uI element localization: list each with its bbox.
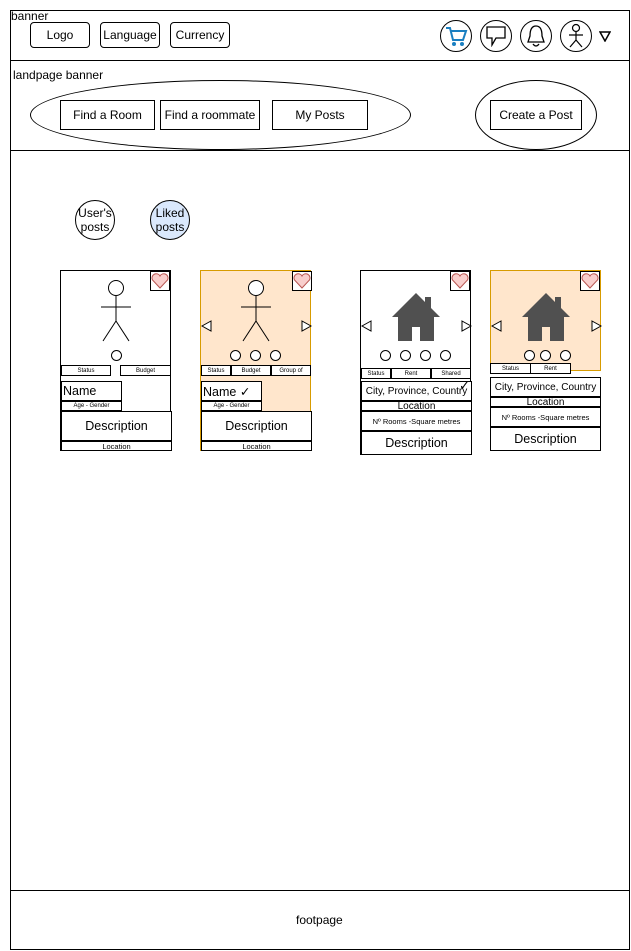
- create-post-button[interactable]: Create a Post: [490, 100, 582, 130]
- bell-icon[interactable]: [520, 20, 552, 52]
- status-cell: Status: [61, 365, 111, 376]
- location-field: Location: [61, 441, 172, 451]
- city-field: City, Province, Country: [490, 377, 601, 397]
- house-icon: [522, 293, 570, 341]
- rent-cell: Rent: [391, 368, 431, 379]
- status-cell: Status: [361, 368, 391, 379]
- budget-cell: Budget: [120, 365, 171, 376]
- user-icon[interactable]: [560, 20, 592, 52]
- landpage-title: landpage banner: [13, 68, 104, 82]
- carousel-dot[interactable]: [524, 350, 535, 361]
- description-field: Description: [61, 411, 172, 441]
- location-field: Location: [361, 401, 472, 411]
- banner-title: banner: [11, 9, 49, 23]
- carousel-dot[interactable]: [440, 350, 451, 361]
- carousel-dot[interactable]: [250, 350, 261, 361]
- liked-posts-label: Liked posts: [155, 206, 185, 234]
- logo-button[interactable]: Logo: [30, 22, 90, 48]
- house-icon: [392, 293, 440, 341]
- prev-arrow-icon[interactable]: [361, 320, 372, 332]
- carousel-dot[interactable]: [420, 350, 431, 361]
- location-field: Location: [490, 397, 601, 407]
- next-arrow-icon[interactable]: [591, 320, 602, 332]
- currency-button[interactable]: Currency: [170, 22, 230, 48]
- verified-check-icon: ✓: [459, 378, 470, 393]
- room-card[interactable]: Status Rent Shared City, Province, Count…: [360, 270, 472, 455]
- person-figure-icon: [241, 280, 271, 342]
- rooms-field: Nº Rooms -Square metres: [490, 407, 601, 427]
- carousel-dot[interactable]: [540, 350, 551, 361]
- footer-divider: [10, 890, 630, 891]
- description-field: Description: [490, 427, 601, 451]
- age-gender-field: Age - Gender: [61, 401, 122, 411]
- next-arrow-icon[interactable]: [301, 320, 312, 332]
- my-posts-button[interactable]: My Posts: [272, 100, 368, 130]
- carousel-dot[interactable]: [560, 350, 571, 361]
- find-roommate-button[interactable]: Find a roommate: [160, 100, 260, 130]
- page-frame: [10, 10, 630, 950]
- cart-icon[interactable]: [440, 20, 472, 52]
- age-gender-field: Age - Gender: [201, 401, 262, 411]
- banner-divider: [10, 60, 630, 61]
- find-room-button[interactable]: Find a Room: [60, 100, 155, 130]
- budget-cell: Budget: [231, 365, 271, 376]
- carousel-dot[interactable]: [111, 350, 122, 361]
- language-button[interactable]: Language: [100, 22, 160, 48]
- location-field: Location: [201, 441, 312, 451]
- users-posts-tab[interactable]: User's posts: [75, 200, 115, 240]
- next-arrow-icon[interactable]: [461, 320, 472, 332]
- heart-icon[interactable]: [150, 271, 170, 291]
- carousel-dot[interactable]: [380, 350, 391, 361]
- carousel-dot[interactable]: [230, 350, 241, 361]
- description-field: Description: [361, 431, 472, 455]
- prev-arrow-icon[interactable]: [491, 320, 502, 332]
- footer-label: footpage: [296, 913, 343, 927]
- person-card-liked[interactable]: Status Budget Group of Name ✓ Age - Gend…: [200, 270, 312, 451]
- heart-icon[interactable]: [450, 271, 470, 291]
- room-card-liked-image[interactable]: [490, 270, 602, 371]
- group-cell: Group of: [271, 365, 311, 376]
- status-cell: Status: [490, 363, 531, 374]
- heart-icon[interactable]: [292, 271, 312, 291]
- person-card[interactable]: Status Budget Name Age - Gender Descript…: [60, 270, 172, 451]
- status-cell: Status: [201, 365, 231, 376]
- description-field: Description: [201, 411, 312, 441]
- person-figure-icon: [101, 280, 131, 342]
- chat-icon[interactable]: [480, 20, 512, 52]
- name-field: Name: [61, 381, 122, 401]
- liked-posts-tab[interactable]: Liked posts: [150, 200, 190, 240]
- dropdown-triangle-icon[interactable]: [598, 29, 612, 47]
- heart-icon[interactable]: [580, 271, 600, 291]
- carousel-dot[interactable]: [270, 350, 281, 361]
- prev-arrow-icon[interactable]: [201, 320, 212, 332]
- carousel-dot[interactable]: [400, 350, 411, 361]
- landpage-divider: [10, 150, 630, 151]
- rent-cell: Rent: [530, 363, 571, 374]
- name-field: Name ✓: [201, 381, 262, 401]
- city-field: City, Province, Country: [361, 381, 472, 401]
- users-posts-label: User's posts: [78, 206, 112, 234]
- rooms-field: Nº Rooms -Square metres: [361, 411, 472, 431]
